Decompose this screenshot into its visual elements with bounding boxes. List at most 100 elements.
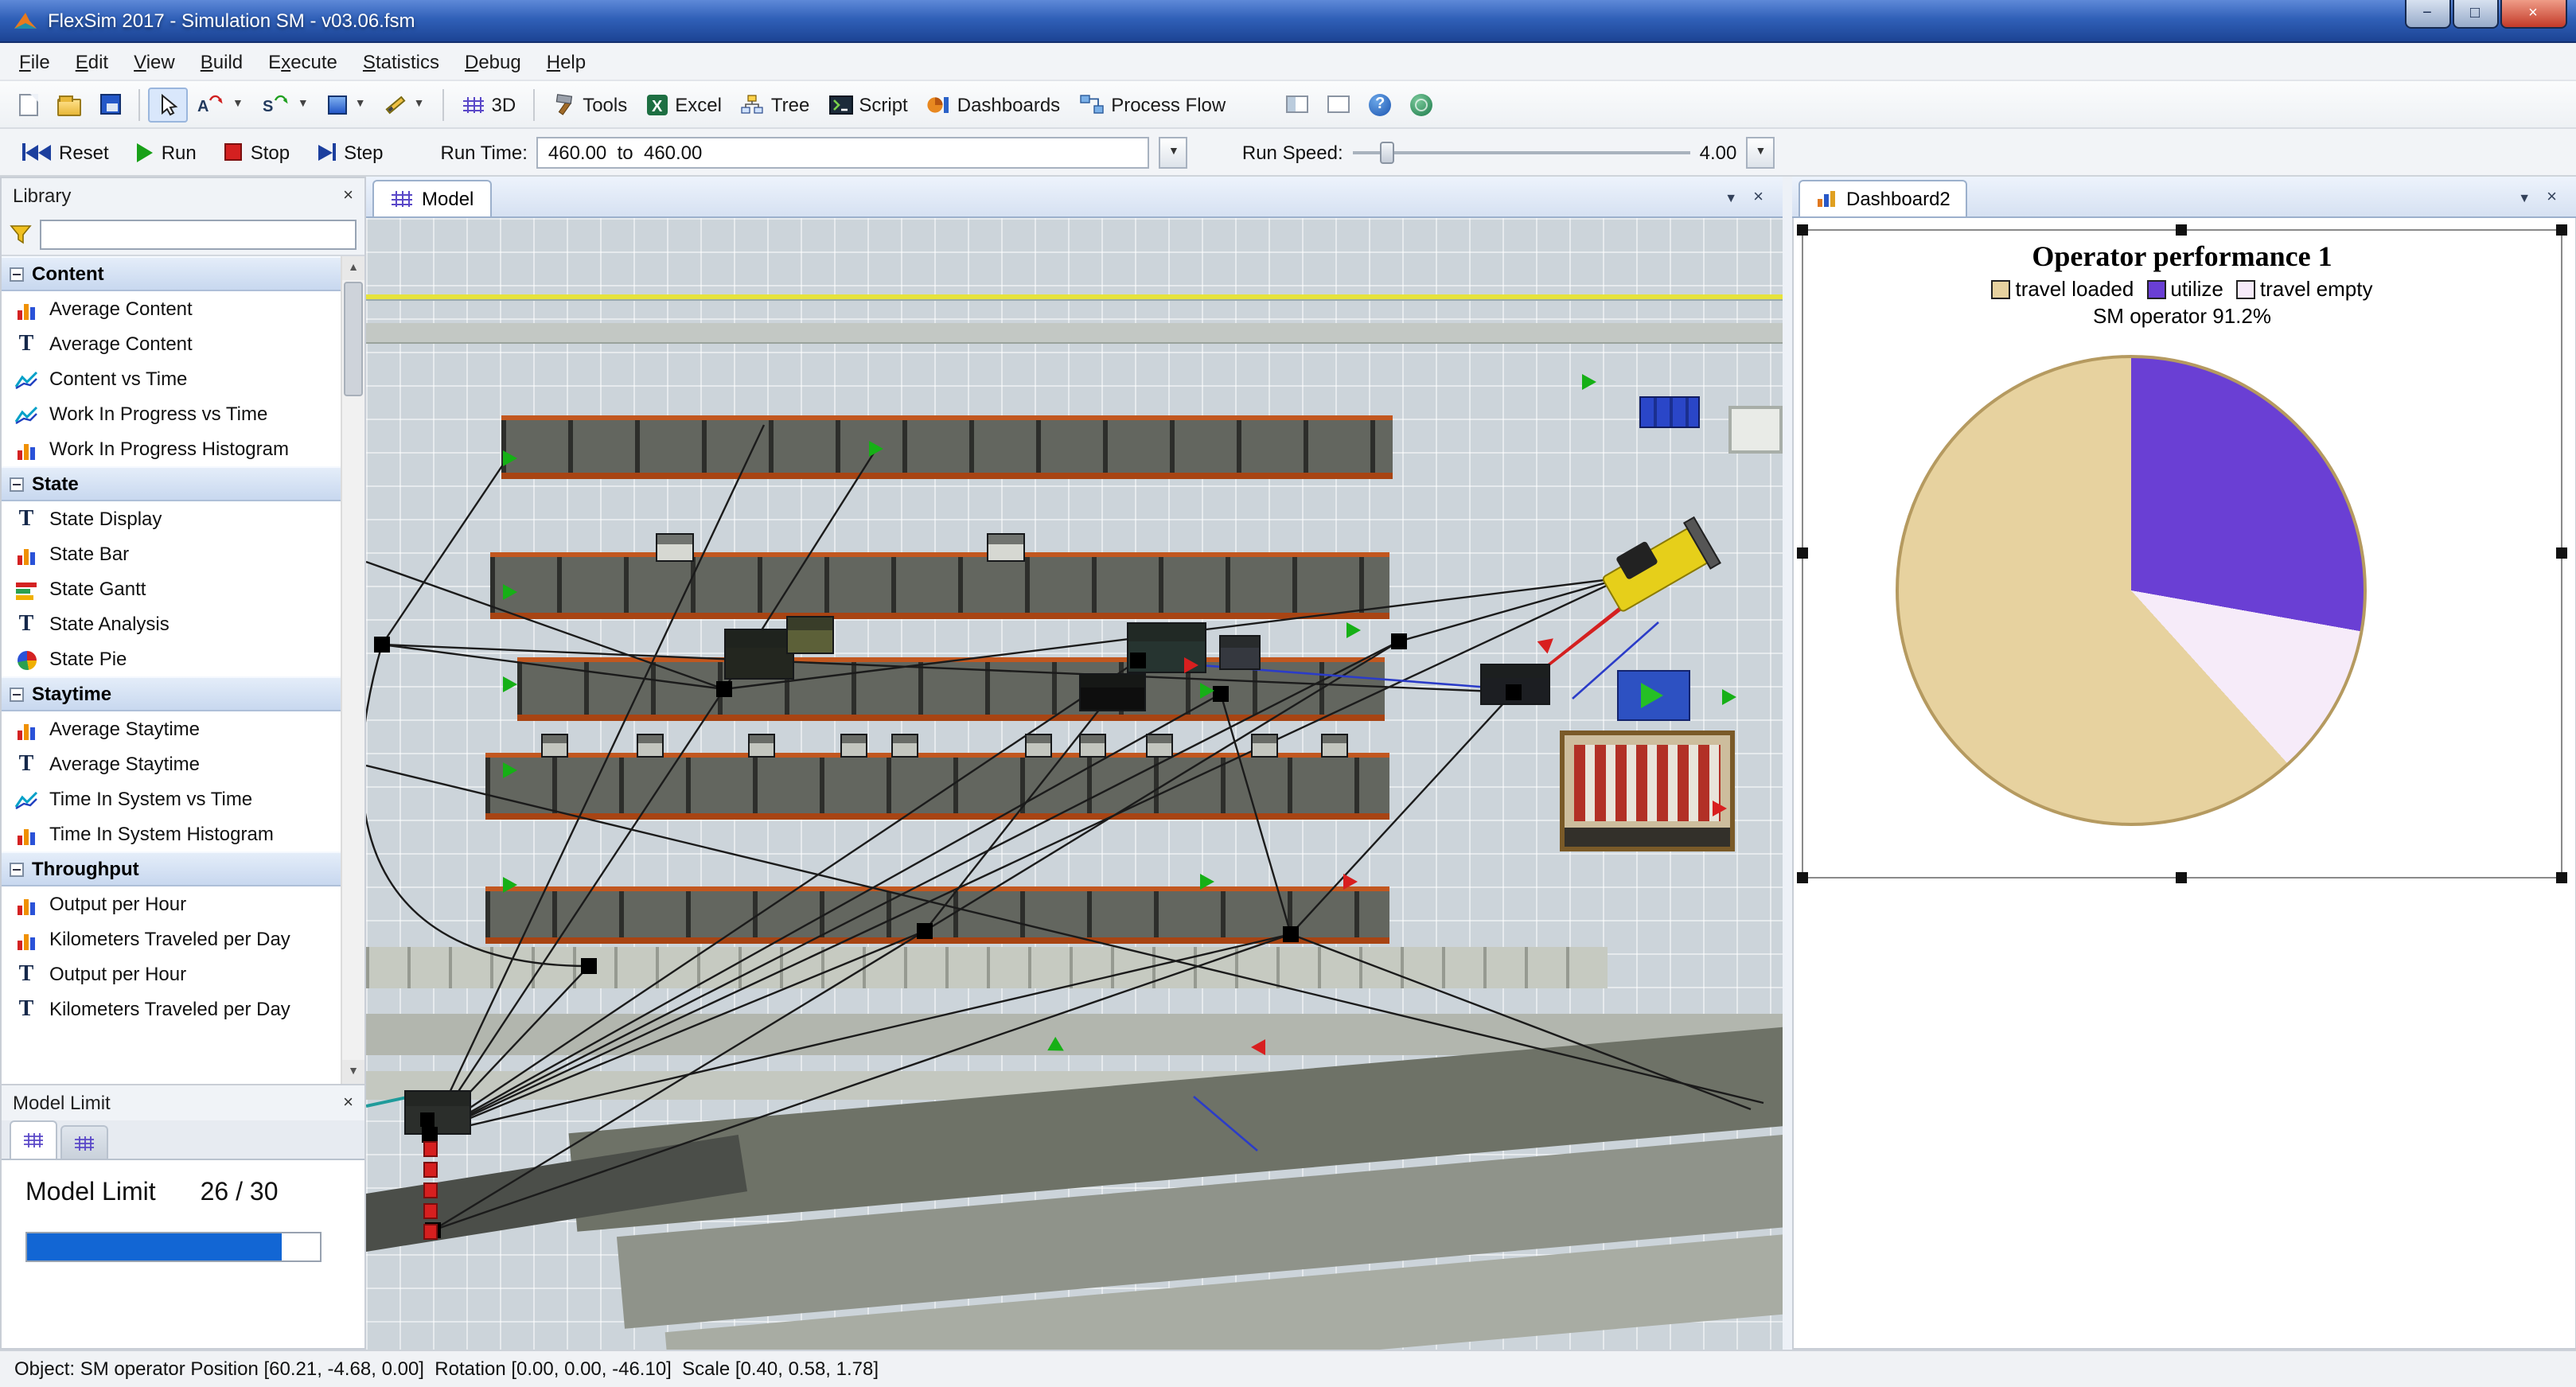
- network-node[interactable]: [1506, 684, 1522, 700]
- dashboard-canvas[interactable]: Operator performance 1 travel loadedutil…: [1792, 218, 2576, 1349]
- pie-chart-widget[interactable]: Operator performance 1 travel loadedutil…: [1802, 229, 2562, 879]
- container-object[interactable]: [1639, 396, 1700, 428]
- network-node[interactable]: [581, 958, 597, 974]
- minimize-button[interactable]: −: [2404, 0, 2450, 29]
- maximize-button[interactable]: □: [2452, 0, 2498, 29]
- library-filter-input[interactable]: [40, 219, 357, 249]
- reset-button[interactable]: Reset: [13, 136, 119, 168]
- library-group-throughput[interactable]: Throughput: [2, 851, 341, 886]
- library-item[interactable]: TAverage Content: [2, 326, 341, 361]
- machine[interactable]: [840, 734, 867, 758]
- machine[interactable]: [1025, 734, 1052, 758]
- titlebar[interactable]: FlexSim 2017 - Simulation SM - v03.06.fs…: [0, 0, 2576, 43]
- selection-handle[interactable]: [1797, 872, 1808, 883]
- tab-close-icon[interactable]: ×: [2547, 188, 2557, 207]
- network-node[interactable]: [917, 923, 933, 939]
- machine[interactable]: [987, 533, 1025, 562]
- collapse-icon[interactable]: [10, 687, 24, 701]
- menu-debug[interactable]: Debug: [452, 45, 534, 77]
- machine[interactable]: [891, 734, 918, 758]
- library-item[interactable]: TState Analysis: [2, 606, 341, 641]
- machine[interactable]: [1321, 734, 1348, 758]
- collapse-icon[interactable]: [10, 862, 24, 876]
- network-node[interactable]: [716, 681, 732, 697]
- collapse-icon[interactable]: [10, 477, 24, 491]
- tab-dashboard2[interactable]: Dashboard2: [1799, 180, 1968, 216]
- excel-button[interactable]: X Excel: [637, 87, 731, 122]
- library-item[interactable]: Time In System vs Time: [2, 781, 341, 816]
- process-flow-button[interactable]: Process Flow: [1070, 87, 1235, 122]
- connect-objects-tool[interactable]: A ▼: [188, 88, 253, 121]
- run-button[interactable]: Run: [128, 136, 206, 168]
- selection-handle[interactable]: [1797, 547, 1808, 559]
- new-model-button[interactable]: [10, 87, 48, 122]
- machine[interactable]: [1146, 734, 1173, 758]
- library-item[interactable]: Work In Progress Histogram: [2, 431, 341, 466]
- pallet-stack[interactable]: [423, 1141, 438, 1157]
- machine[interactable]: [724, 629, 794, 680]
- chevron-down-icon[interactable]: ▼: [232, 99, 244, 110]
- library-item[interactable]: TAverage Staytime: [2, 746, 341, 781]
- network-node[interactable]: [1283, 926, 1299, 942]
- library-group-content[interactable]: Content: [2, 256, 341, 291]
- library-item[interactable]: State Gantt: [2, 571, 341, 606]
- help-button[interactable]: ?: [1359, 87, 1401, 122]
- menu-edit[interactable]: Edit: [63, 45, 121, 77]
- stop-button[interactable]: Stop: [216, 136, 299, 168]
- chevron-down-icon[interactable]: ▼: [298, 99, 309, 110]
- machine[interactable]: [1079, 734, 1106, 758]
- run-time-dropdown[interactable]: ▼: [1159, 136, 1188, 168]
- tree-button[interactable]: Tree: [731, 87, 819, 122]
- processor-object[interactable]: [1617, 670, 1690, 721]
- 3d-view-button[interactable]: 3D: [452, 87, 526, 122]
- machine[interactable]: [748, 734, 775, 758]
- library-item[interactable]: State Pie: [2, 641, 341, 676]
- menu-build[interactable]: Build: [188, 45, 255, 77]
- machine[interactable]: [637, 734, 664, 758]
- library-group-state[interactable]: State: [2, 466, 341, 501]
- open-button[interactable]: [48, 87, 91, 122]
- library-item[interactable]: TOutput per Hour: [2, 956, 341, 992]
- save-button[interactable]: [91, 88, 131, 121]
- machine[interactable]: [1219, 635, 1261, 670]
- run-speed-slider[interactable]: [1353, 136, 1690, 168]
- new-window-button[interactable]: [1318, 89, 1359, 119]
- pallet-stack[interactable]: [423, 1203, 438, 1219]
- network-node[interactable]: [1391, 633, 1407, 649]
- machine[interactable]: [656, 533, 694, 562]
- step-button[interactable]: Step: [309, 136, 392, 168]
- color-tool[interactable]: ▼: [318, 88, 376, 120]
- pallet-stack[interactable]: [423, 1224, 438, 1240]
- workspace-layout-button[interactable]: [1276, 89, 1318, 119]
- selection-handle[interactable]: [2556, 224, 2567, 236]
- library-group-staytime[interactable]: Staytime: [2, 676, 341, 711]
- menu-help[interactable]: Help: [534, 45, 598, 77]
- library-item[interactable]: Average Staytime: [2, 711, 341, 746]
- library-item[interactable]: TState Display: [2, 501, 341, 536]
- textured-machine[interactable]: [1560, 731, 1735, 851]
- selection-handle[interactable]: [2556, 872, 2567, 883]
- library-close-button[interactable]: ×: [343, 186, 353, 205]
- selection-handle[interactable]: [2556, 547, 2567, 559]
- network-node[interactable]: [1130, 653, 1146, 668]
- close-button[interactable]: ×: [2500, 0, 2566, 29]
- tools-button[interactable]: Tools: [543, 87, 637, 122]
- library-item[interactable]: Content vs Time: [2, 361, 341, 396]
- library-item[interactable]: Average Content: [2, 291, 341, 326]
- network-node[interactable]: [422, 1127, 438, 1143]
- queue-object[interactable]: [1728, 406, 1783, 454]
- model-limit-tab-1[interactable]: [10, 1120, 57, 1159]
- slider-thumb[interactable]: [1380, 141, 1394, 163]
- tab-list-dropdown-icon[interactable]: ▼: [1724, 190, 1737, 205]
- machine[interactable]: [786, 616, 834, 654]
- run-speed-dropdown[interactable]: ▼: [1746, 136, 1775, 168]
- script-button[interactable]: Script: [819, 87, 917, 122]
- filter-funnel-icon[interactable]: [10, 224, 32, 244]
- scroll-up-icon[interactable]: ▲: [342, 256, 364, 280]
- select-tool-button[interactable]: [148, 87, 188, 122]
- network-node[interactable]: [1213, 686, 1229, 702]
- tab-close-icon[interactable]: ×: [1753, 188, 1763, 207]
- library-item[interactable]: Kilometers Traveled per Day: [2, 921, 341, 956]
- selection-handle[interactable]: [2176, 872, 2187, 883]
- machine[interactable]: [541, 734, 568, 758]
